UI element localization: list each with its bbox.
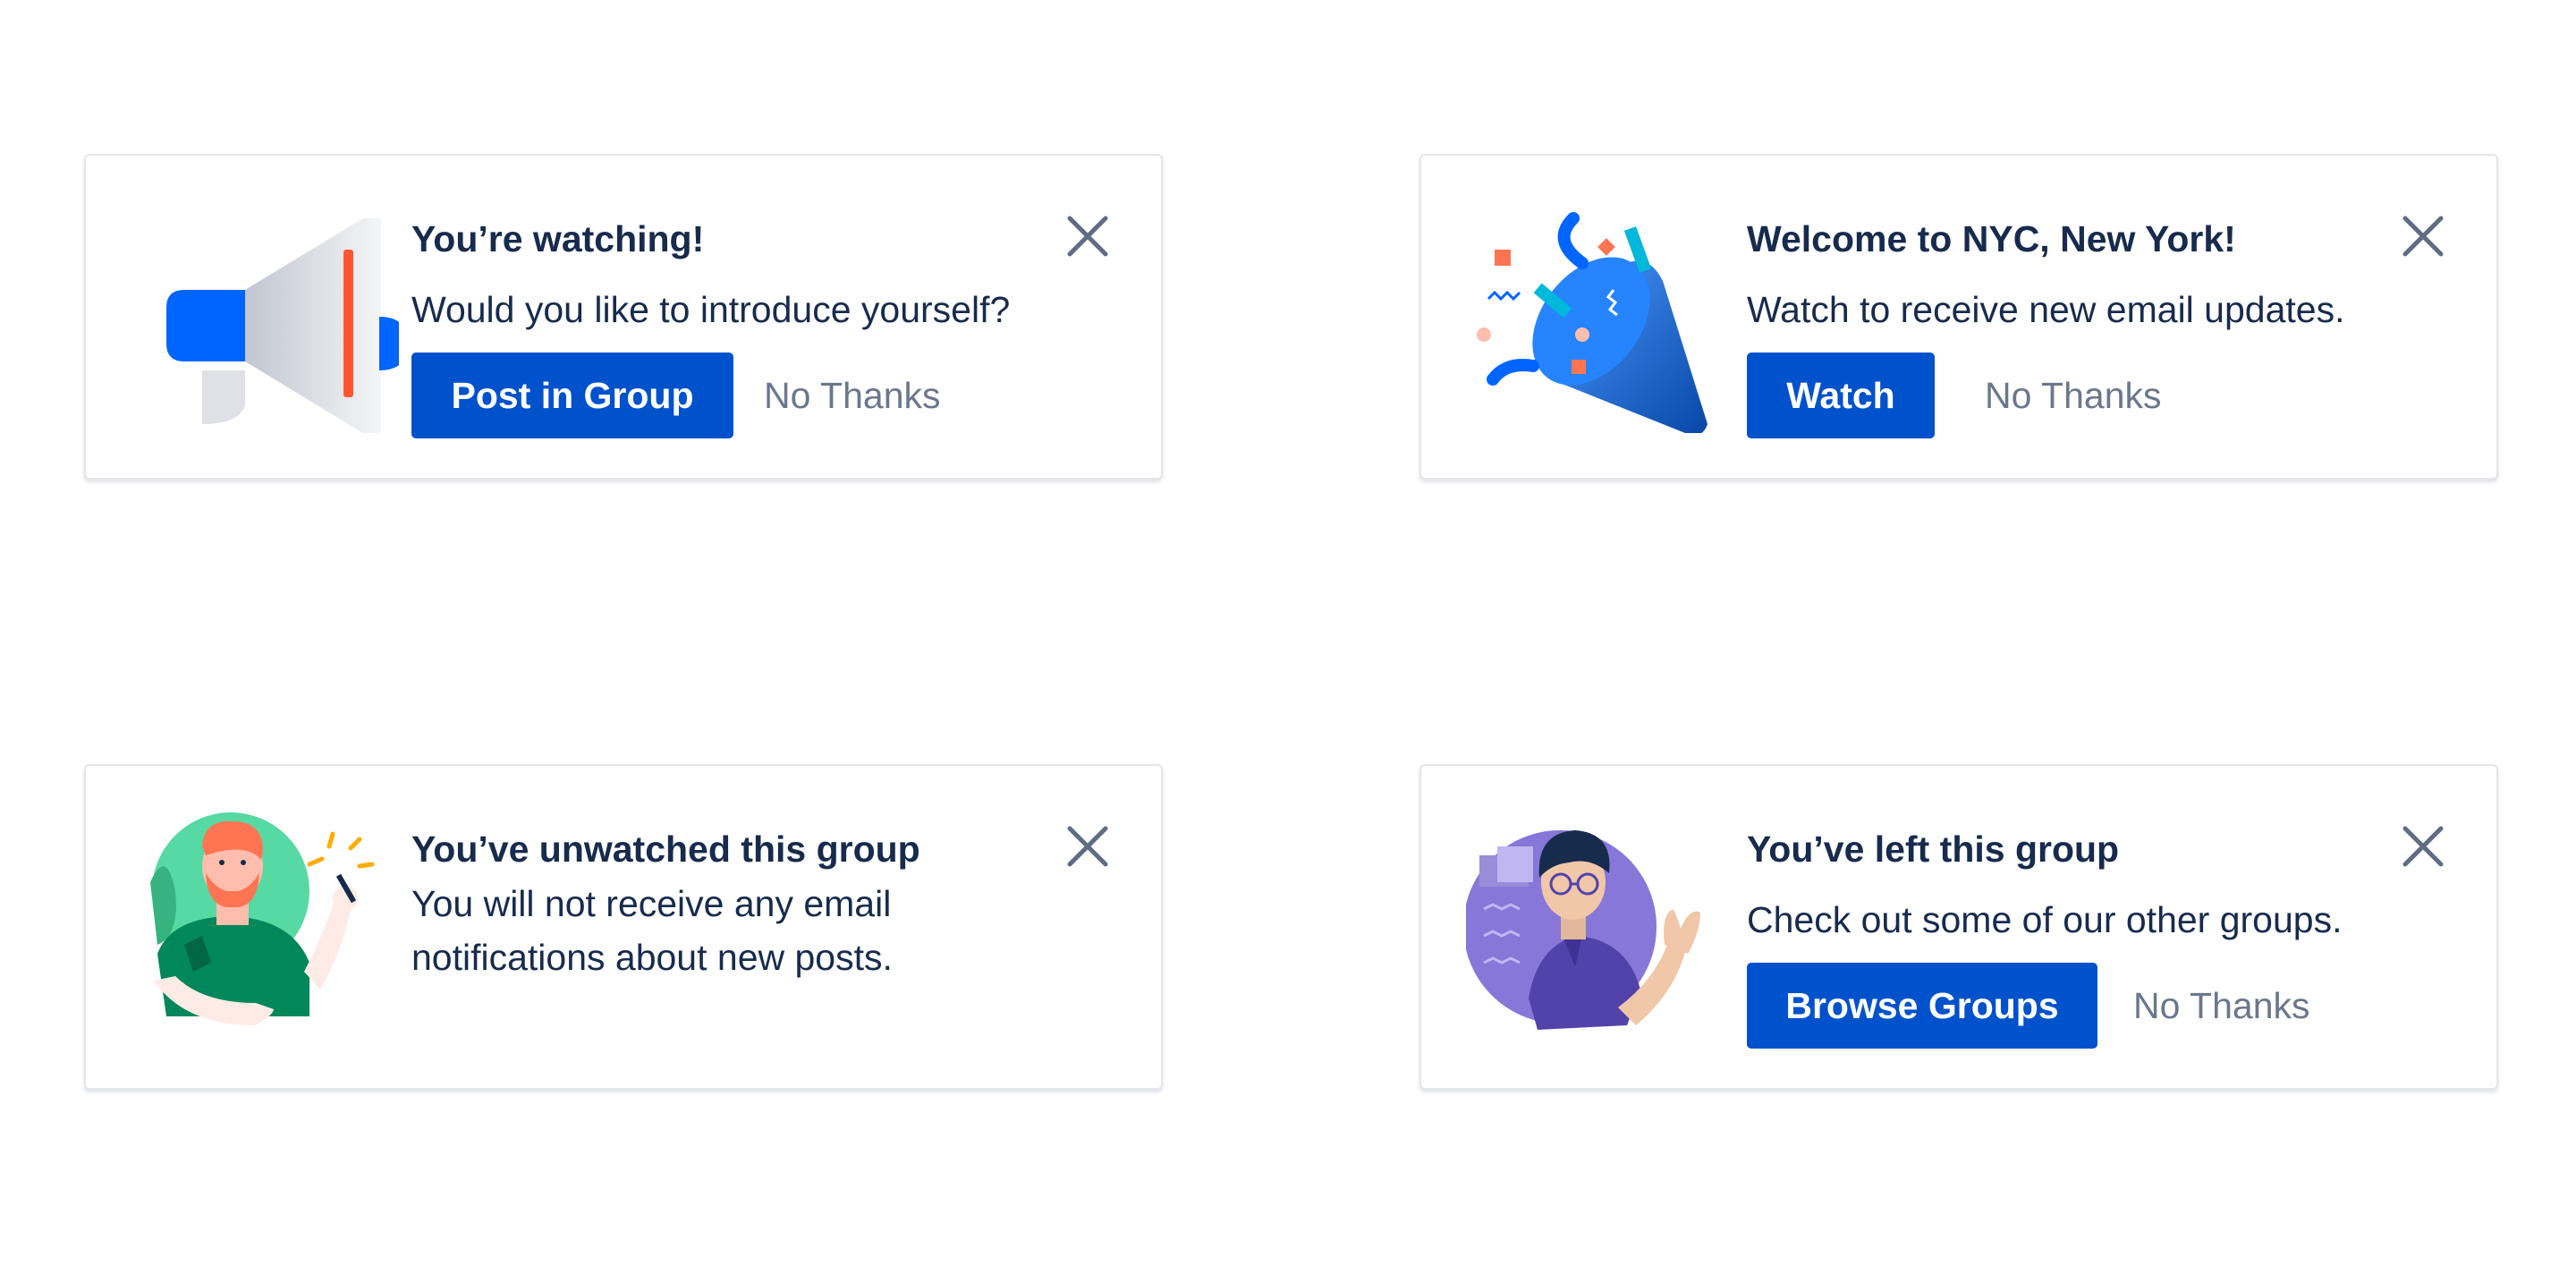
- flag-title: You’ve unwatched this group: [411, 828, 920, 870]
- flag-card-watching: You’re watching! Would you like to intro…: [84, 154, 1163, 480]
- flag-description: Watch to receive new email updates.: [1747, 289, 2345, 330]
- close-button[interactable]: [2400, 823, 2446, 870]
- flag-description-line: You will not receive any email: [411, 883, 892, 924]
- watch-button[interactable]: Watch: [1747, 353, 1935, 438]
- close-icon: [1067, 826, 1108, 867]
- flag-card-unwatched: You’ve unwatched this group You will not…: [84, 764, 1163, 1090]
- close-icon: [1067, 216, 1108, 257]
- megaphone-icon: [166, 218, 399, 433]
- close-icon: [2402, 826, 2444, 867]
- close-button[interactable]: [1064, 823, 1111, 870]
- no-thanks-button[interactable]: No Thanks: [1985, 353, 2162, 438]
- flag-card-left-group: You’ve left this group Check out some of…: [1419, 764, 2498, 1090]
- flag-title: You’re watching!: [411, 218, 705, 259]
- flag-description: Would you like to introduce yourself?: [411, 289, 1011, 330]
- no-thanks-button[interactable]: No Thanks: [764, 353, 941, 438]
- flag-title: You’ve left this group: [1747, 828, 2120, 870]
- flag-description: Check out some of our other groups.: [1747, 899, 2343, 940]
- close-button[interactable]: [2400, 213, 2446, 259]
- no-thanks-button[interactable]: No Thanks: [2133, 963, 2310, 1049]
- close-button[interactable]: [1064, 213, 1111, 259]
- flag-title: Welcome to NYC, New York!: [1747, 218, 2236, 259]
- flag-card-welcome: Welcome to NYC, New York! Watch to recei…: [1419, 154, 2498, 480]
- person-waving-icon: [1466, 830, 1700, 1030]
- flag-description: You will not receive any email notificat…: [411, 877, 893, 984]
- browse-groups-button[interactable]: Browse Groups: [1747, 963, 2097, 1049]
- post-in-group-button[interactable]: Post in Group: [411, 353, 733, 438]
- close-icon: [2402, 216, 2444, 257]
- flag-description-line: notifications about new posts.: [411, 937, 893, 978]
- party-popper-icon: [1477, 212, 1707, 433]
- person-writing-icon: [150, 812, 375, 1025]
